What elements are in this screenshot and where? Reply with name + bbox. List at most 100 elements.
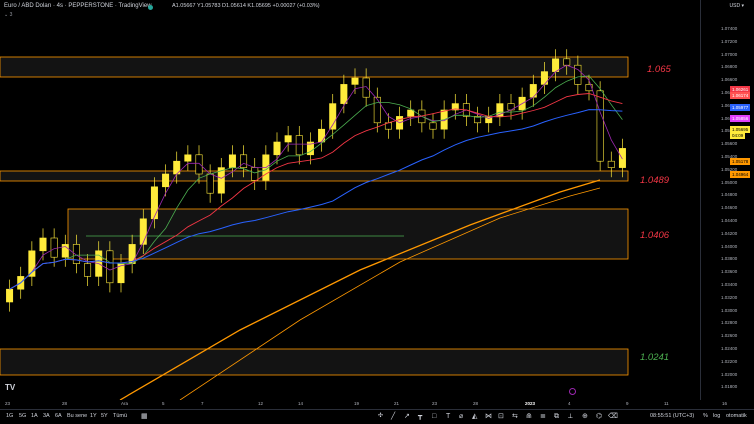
rectangle-tool-icon[interactable]: □ <box>432 413 436 420</box>
candle-body <box>563 58 571 66</box>
price-tick: 1.06600 <box>721 77 738 83</box>
projection-tool-icon[interactable]: ⧉ <box>554 413 559 420</box>
time-tick: 16 <box>722 401 728 406</box>
price-tick: 1.03200 <box>721 294 738 300</box>
price-tick: 1.02600 <box>721 333 738 339</box>
range-6m-button[interactable]: 6A <box>55 413 62 419</box>
ruler-tool-icon[interactable]: ⟂ <box>568 413 573 420</box>
candle-body <box>540 71 548 85</box>
range-3m-button[interactable]: 3A <box>43 413 50 419</box>
candle-body <box>50 237 58 258</box>
candle-body <box>574 64 582 85</box>
bottom-toolbar: 1G 5G 1A 3A 6A Bu sene 1Y 5Y Tümü ▦ ✣ ╱ … <box>0 409 754 424</box>
brush-tool-icon[interactable]: ⌀ <box>459 413 463 420</box>
indicators-collapse-button[interactable]: ⌄ 3 <box>4 12 12 18</box>
text-tool-icon[interactable]: T <box>446 413 450 420</box>
candle-body <box>106 250 114 284</box>
percent-scale-toggle[interactable]: % <box>703 413 708 419</box>
shapes-tool-icon[interactable]: ◭ <box>472 413 477 420</box>
ohlc-readout: A1.05667 Y1.05783 D1.05614 K1.05695 +0.0… <box>172 3 320 9</box>
candle-body <box>162 173 170 188</box>
magnet-tool-icon[interactable]: ⌬ <box>596 413 602 420</box>
candle-body <box>184 154 192 162</box>
price-chart[interactable] <box>0 0 700 400</box>
range-1m-button[interactable]: 1A <box>31 413 38 419</box>
resistance-zone-1065 <box>0 56 629 78</box>
price-tick: 1.05600 <box>721 141 738 147</box>
price-tick: 1.04400 <box>721 218 738 223</box>
log-scale-toggle[interactable]: log <box>713 413 720 419</box>
price-tick: 1.01800 <box>721 384 738 390</box>
time-tick-year: 2023 <box>525 401 536 406</box>
go-to-realtime-icon[interactable] <box>569 388 576 395</box>
symbol-title[interactable]: Euro / ABD Doları · 4s · PEPPERSTONE · T… <box>4 3 152 9</box>
price-tick: 1.04200 <box>721 230 738 236</box>
range-1d-button[interactable]: 1G <box>6 413 13 419</box>
candle-body <box>206 173 214 194</box>
candle-body <box>618 148 626 168</box>
time-tick: 23 <box>5 401 11 406</box>
time-axis[interactable]: 23 28 Ara 5 7 12 14 19 21 23 28 2023 4 9… <box>0 400 754 409</box>
time-tick: Ara <box>121 401 129 406</box>
currency-selector[interactable]: USD ▾ <box>730 3 744 9</box>
time-tick: 7 <box>201 401 204 406</box>
candle-body <box>529 84 537 98</box>
candle-body <box>284 135 292 143</box>
support-zone-10241 <box>0 348 629 376</box>
price-chart-canvas[interactable] <box>0 0 700 400</box>
time-tick: 9 <box>626 401 629 406</box>
market-status-icon <box>148 5 153 10</box>
candle-body <box>251 167 259 181</box>
time-tick: 12 <box>258 401 264 406</box>
candle-body <box>407 109 415 117</box>
range-all-button[interactable]: Tümü <box>113 413 127 419</box>
price-tick: 1.03400 <box>721 282 738 287</box>
price-axis[interactable]: USD ▾ 1.07400 1.07200 1.07000 1.06800 1.0660… <box>700 0 754 400</box>
candle-body <box>39 237 47 252</box>
forecast-tool-icon[interactable]: ⋒ <box>526 413 532 420</box>
candle-body <box>552 58 560 72</box>
price-tag: 1.06174 <box>730 92 751 99</box>
date-range-icon[interactable]: ▦ <box>141 413 148 420</box>
auto-scale-toggle[interactable]: otomatik <box>726 413 747 419</box>
price-tag: 1.05178 <box>730 158 751 165</box>
candle-body <box>240 154 248 168</box>
candle-body <box>351 77 359 85</box>
candle-body <box>273 141 281 156</box>
fib-tool-icon[interactable]: ≣ <box>540 413 546 420</box>
candle-body <box>318 128 326 143</box>
price-tick: 1.04800 <box>721 192 738 198</box>
range-5d-button[interactable]: 5G <box>19 413 26 419</box>
price-tag: 04:09 <box>730 132 746 139</box>
eraser-tool-icon[interactable]: ⌫ <box>608 413 618 420</box>
price-tag: 1.05977 <box>730 104 751 111</box>
price-tick: 1.05000 <box>721 179 738 185</box>
range-5y-button[interactable]: 5Y <box>101 413 108 419</box>
zone-label-10406: 1.0406 <box>640 230 670 241</box>
price-tick: 1.07400 <box>721 26 738 31</box>
chart-header: Euro / ABD Doları · 4s · PEPPERSTONE · T… <box>0 0 700 22</box>
candle-body <box>84 263 92 277</box>
pattern-tool-icon[interactable]: ⋈ <box>485 413 492 420</box>
price-tick: 1.02000 <box>721 371 738 377</box>
horizontal-line-tool-icon[interactable]: ┳ <box>418 413 422 420</box>
price-tick: 1.06800 <box>721 64 738 70</box>
clock-readout[interactable]: 08:55:51 (UTC+3) <box>650 413 694 419</box>
range-ytd-button[interactable]: Bu sene <box>67 413 87 419</box>
trend-line-tool-icon[interactable]: ╱ <box>391 413 395 420</box>
zoom-tool-icon[interactable]: ⊕ <box>582 413 588 420</box>
price-tick: 1.03600 <box>721 269 738 275</box>
cursor-tool-icon[interactable]: ✣ <box>378 413 383 420</box>
price-tick: 1.07000 <box>721 51 738 57</box>
price-tag: 1.05856 <box>730 115 751 122</box>
candle-body <box>596 90 604 162</box>
ray-tool-icon[interactable]: ↗ <box>404 413 410 420</box>
time-tick: 19 <box>354 401 360 406</box>
arrows-tool-icon[interactable]: ⇆ <box>512 413 518 420</box>
measure-tool-icon[interactable]: ⊡ <box>498 413 504 420</box>
time-tick: 28 <box>473 401 479 406</box>
candle-body <box>150 186 158 220</box>
tradingview-logo-icon[interactable]: TV <box>5 383 15 392</box>
range-1y-button[interactable]: 1Y <box>90 413 97 419</box>
support-zone-10489 <box>0 170 629 182</box>
